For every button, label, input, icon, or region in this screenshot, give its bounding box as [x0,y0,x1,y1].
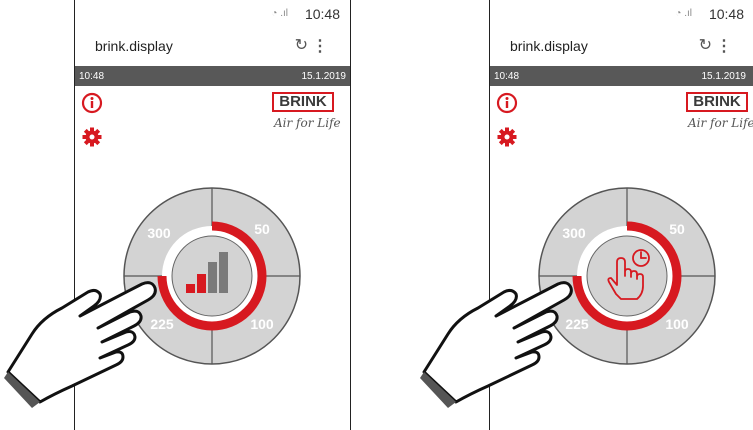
browser-url-bar[interactable]: brink.display ↻ ⋮ [75,24,350,66]
info-icon[interactable] [81,92,103,114]
reload-icon[interactable]: ↻ [295,35,308,55]
gear-icon[interactable] [81,126,103,148]
info-date: 15.1.2019 [301,71,347,82]
more-menu-icon[interactable]: ⋮ [312,36,328,56]
pointing-hand-icon [4,281,157,408]
logo-tagline: Air for Life [688,116,753,130]
status-bar: ◔ .ıl 10:48 [75,0,350,24]
browser-url-bar[interactable]: brink.display ↻ ⋮ [490,24,753,66]
info-date: 15.1.2019 [701,71,747,82]
status-bar: ◔ .ıl 10:48 [490,0,753,24]
info-time: 10:48 [79,71,105,82]
brink-logo: BRINK Air for Life [686,92,753,146]
info-icon[interactable] [496,92,518,114]
brink-logo: BRINK Air for Life [272,92,344,146]
status-time: 10:48 [708,6,744,22]
reload-icon[interactable]: ↻ [699,35,712,55]
info-time: 10:48 [494,71,520,82]
segment-label-300[interactable]: 300 [562,225,586,241]
segment-label-300[interactable]: 300 [147,225,171,241]
info-bar: 10:48 15.1.2019 [490,66,753,86]
segment-label-100[interactable]: 100 [250,316,274,332]
logo-tagline: Air for Life [274,116,341,130]
url-text[interactable]: brink.display [95,38,173,54]
url-text[interactable]: brink.display [510,38,588,54]
logo-wordmark: BRINK [686,92,748,112]
gear-icon[interactable] [496,126,518,148]
wifi-signal-icon: ◔ .ıl [271,8,288,19]
logo-wordmark: BRINK [272,92,334,112]
wifi-signal-icon: ◔ .ıl [675,8,692,19]
pointing-hand-icon [420,281,573,408]
more-menu-icon[interactable]: ⋮ [716,36,732,56]
segment-label-100[interactable]: 100 [665,316,689,332]
status-time: 10:48 [304,6,340,22]
segment-label-50[interactable]: 50 [254,221,270,237]
info-bar: 10:48 15.1.2019 [75,66,350,86]
segment-label-50[interactable]: 50 [669,221,685,237]
